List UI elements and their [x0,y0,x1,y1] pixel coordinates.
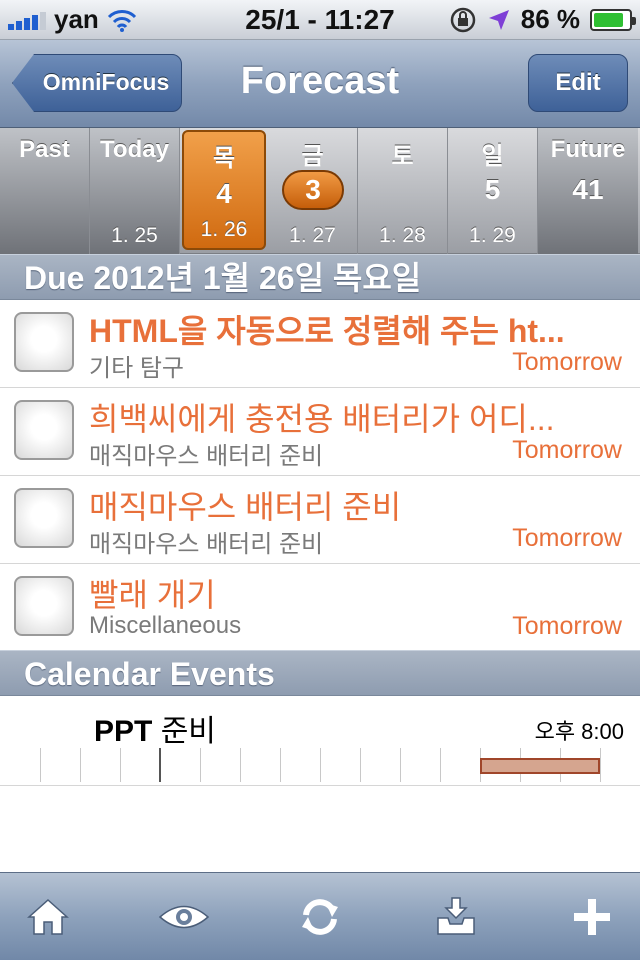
event-title: PPT 준비 [94,706,216,750]
location-icon [488,9,509,30]
forecast-day-name: 일 [481,143,504,170]
sync-icon [302,899,338,935]
forecast-day-sun[interactable]: 일 5 1. 29 [448,128,538,254]
forecast-day-date: 1. 28 [379,224,426,247]
forecast-day-name: 금 [301,143,324,170]
task-checkbox[interactable] [14,576,74,636]
task-due: Tomorrow [512,612,622,640]
home-icon [27,898,69,935]
event-time: 오후 8:00 [534,719,624,744]
timeline-tick [360,748,361,782]
task-context: 매직마우스 배터리 준비 [89,443,324,470]
task-row[interactable]: 희백씨에게 충전용 배터리가 어디... 매직마우스 배터리 준비 Tomorr… [0,388,640,476]
home-button[interactable] [22,891,74,943]
task-context: Miscellaneous [89,612,242,639]
task-context: 매직마우스 배터리 준비 [89,531,324,558]
inbox-button[interactable] [430,891,482,943]
add-icon [574,899,610,935]
forecast-day-name: 목 [212,145,236,172]
forecast-day-past[interactable]: Past [0,128,90,254]
add-button[interactable] [566,891,618,943]
forecast-day-sat[interactable]: 토 1. 28 [358,128,448,254]
task-title: HTML을 자동으로 정렬해 주는 ht... [89,313,565,349]
due-count-badge: 3 [282,170,344,210]
forecast-day-name: 토 [391,143,414,170]
forecast-day-name: Future [550,136,626,163]
timeline-tick [120,748,121,782]
forecast-day-date: 1. 27 [289,224,336,247]
due-section-header: Due 2012년 1월 26일 목요일 [0,254,640,300]
edit-button[interactable]: Edit [528,54,628,112]
timeline-tick [200,748,201,782]
forecast-day-today[interactable]: Today 1. 25 [90,128,180,254]
status-right: 86 % [449,4,636,35]
task-checkbox[interactable] [14,312,74,372]
navigation-bar: OmniFocus Forecast Edit [0,40,640,128]
timeline-tick [320,748,321,782]
task-title: 희백씨에게 충전용 배터리가 어디... [89,401,555,437]
perspective-button[interactable] [158,891,210,943]
eye-icon [158,905,210,929]
forecast-day-count: 41 [572,174,604,205]
event-title-rest: 준비 [152,715,216,748]
timeline-current-time [159,748,161,782]
task-title: 매직마우스 배터리 준비 [89,489,402,525]
forecast-day-date: 1. 29 [469,224,516,247]
forecast-day-future[interactable]: Future 41 [538,128,638,254]
task-title: 빨래 개기 [89,577,216,613]
forecast-day-date: 1. 25 [111,224,158,247]
task-context: 기타 탐구 [89,355,184,382]
task-row[interactable]: HTML을 자동으로 정렬해 주는 ht... 기타 탐구 Tomorrow [0,300,640,388]
event-timeline [0,748,640,782]
calendar-event-row[interactable]: PPT 준비 오후 8:00 [0,696,640,786]
battery-icon [590,8,636,31]
event-title-bold: PPT [94,715,153,748]
battery-percent: 86 % [520,4,580,34]
task-row[interactable]: 빨래 개기 Miscellaneous Tomorrow [0,564,640,652]
timeline-tick [280,748,281,782]
timeline-tick [80,748,81,782]
task-checkbox[interactable] [14,400,74,460]
forecast-day-thu[interactable]: 목 4 1. 26 [182,130,266,250]
rotation-lock-icon [450,7,475,32]
forecast-day-fri[interactable]: 금 3 1. 27 [268,128,358,254]
task-row[interactable]: 매직마우스 배터리 준비 매직마우스 배터리 준비 Tomorrow [0,476,640,564]
timeline-tick [240,748,241,782]
sync-button[interactable] [294,891,346,943]
forecast-day-count: 5 [484,174,501,205]
task-due: Tomorrow [512,524,622,552]
forecast-day-count: 4 [216,178,232,209]
task-due: Tomorrow [512,348,622,376]
task-due: Tomorrow [512,436,622,464]
calendar-section-header: Calendar Events [0,650,640,696]
status-bar: yan 25/1 - 11:27 86 % [0,0,640,40]
forecast-day-name: Past [19,136,70,163]
timeline-tick [40,748,41,782]
forecast-day-date: 1. 26 [200,218,248,241]
timeline-tick [440,748,441,782]
forecast-strip: Past Today 1. 25 목 4 1. 26 금 3 1. 27 토 1… [0,128,640,254]
bottom-toolbar [0,872,640,960]
forecast-day-name: Today [100,136,169,163]
timeline-tick [600,748,601,782]
inbox-icon [437,897,475,935]
task-checkbox[interactable] [14,488,74,548]
event-duration-bar [480,758,600,774]
timeline-tick [400,748,401,782]
